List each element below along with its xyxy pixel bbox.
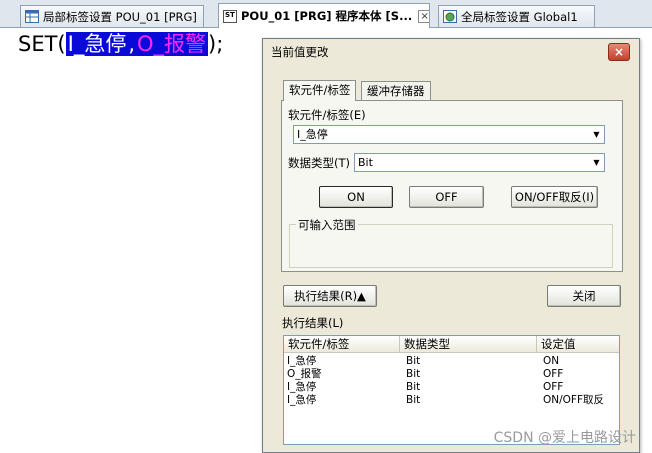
tab-label: 局部标签设置 POU_01 [PRG] (43, 9, 197, 24)
results-header: 软元件/标签 数据类型 设定值 (284, 336, 619, 353)
results-label: 执行结果(L) (282, 316, 344, 330)
column-header-device[interactable]: 软元件/标签 (284, 336, 400, 353)
watermark: CSDN @爱上电路设计 (493, 430, 636, 446)
row-datatype: Bit (406, 381, 421, 393)
input-range-group: 可输入范围 (289, 217, 613, 268)
device-label: 软元件/标签(E) (288, 108, 366, 122)
tab-buffer-memory[interactable]: 缓冲存储器 (361, 81, 431, 101)
row-value: ON/OFF取反 (543, 394, 605, 406)
editor-tab-strip: 局部标签设置 POU_01 [PRG] ST POU_01 [PRG] 程序本体… (0, 0, 652, 28)
code-function: SET( (18, 32, 66, 56)
exec-result-toggle-button[interactable]: 执行结果(R)▲ (283, 285, 377, 307)
input-range-label: 可输入范围 (296, 217, 358, 233)
row-device: I_急停 (287, 355, 317, 367)
table-row[interactable]: I_急停 Bit OFF (284, 381, 619, 394)
table-row[interactable]: O_报警 Bit OFF (284, 368, 619, 381)
tab-label: 全局标签设置 Global1 (461, 9, 578, 24)
row-datatype: Bit (406, 355, 421, 367)
on-button[interactable]: ON (319, 186, 393, 208)
code-arg-output[interactable]: O_报警 (135, 32, 209, 56)
table-row[interactable]: I_急停 Bit ON (284, 355, 619, 368)
tab-local-labels[interactable]: 局部标签设置 POU_01 [PRG] (20, 5, 204, 27)
row-datatype: Bit (406, 394, 421, 406)
tab-device-label[interactable]: 软元件/标签 (283, 80, 357, 101)
tab-label: POU_01 [PRG] 程序本体 [S... (241, 9, 413, 23)
datatype-label: 数据类型(T) (288, 156, 350, 170)
datatype-combo[interactable]: Bit ▼ (354, 153, 605, 172)
row-device: I_急停 (287, 394, 317, 406)
code-arg-input[interactable]: I_急停 (65, 32, 129, 56)
row-device: I_急停 (287, 381, 317, 393)
st-badge: ST (225, 11, 235, 19)
globe-table-icon (443, 10, 457, 23)
row-device: O_报警 (287, 368, 322, 380)
chevron-down-icon[interactable]: ▼ (589, 126, 604, 143)
close-tab-icon[interactable]: × (418, 9, 429, 23)
row-datatype: Bit (406, 368, 421, 380)
code-separator: , (128, 32, 136, 56)
dialog-title: 当前值更改 (263, 39, 639, 65)
chevron-down-icon[interactable]: ▼ (589, 154, 604, 171)
tab-global-labels[interactable]: 全局标签设置 Global1 (438, 5, 595, 27)
datatype-value: Bit (358, 156, 373, 169)
code-suffix: ); (208, 32, 224, 56)
table-icon (25, 10, 39, 23)
device-combo[interactable]: I_急停 ▼ (293, 125, 605, 144)
modify-value-dialog: 当前值更改 × 软元件/标签 缓冲存储器 软元件/标签(E) I_急停 ▼ 数据… (262, 38, 640, 453)
table-row[interactable]: I_急停 Bit ON/OFF取反 (284, 394, 619, 407)
row-value: ON (543, 355, 560, 367)
dialog-close-icon[interactable]: × (608, 43, 630, 61)
tab-program-body[interactable]: ST POU_01 [PRG] 程序本体 [S... × (218, 3, 430, 28)
column-header-datatype[interactable]: 数据类型 (400, 336, 537, 353)
device-tab-panel: 软元件/标签(E) I_急停 ▼ 数据类型(T) Bit ▼ ON OFF ON… (281, 100, 623, 272)
row-value: OFF (543, 381, 564, 393)
st-code-line[interactable]: SET(I_急停,O_报警); (18, 30, 223, 58)
off-button[interactable]: OFF (409, 186, 484, 208)
column-header-value[interactable]: 设定值 (537, 336, 619, 353)
toggle-button[interactable]: ON/OFF取反(I) (511, 186, 598, 208)
device-value: I_急停 (297, 128, 328, 141)
close-button[interactable]: 关闭 (547, 285, 621, 307)
row-value: OFF (543, 368, 564, 380)
